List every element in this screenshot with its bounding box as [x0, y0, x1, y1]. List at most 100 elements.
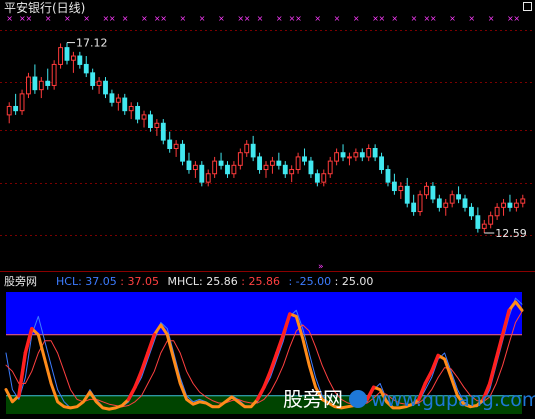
candle	[359, 148, 365, 162]
signal-marker: ×	[449, 14, 456, 23]
candle-body	[353, 152, 359, 158]
candle-body	[398, 185, 404, 192]
series-k-hot-segment	[423, 369, 434, 386]
candle-body	[186, 160, 192, 171]
candle-body	[469, 206, 474, 217]
candle	[250, 135, 256, 162]
candle	[501, 198, 506, 216]
candle-body	[218, 160, 224, 166]
candle-body	[90, 72, 96, 86]
signal-marker: ×	[391, 14, 398, 23]
candle-body	[77, 55, 83, 65]
signal-marker: ×	[257, 14, 264, 23]
candle	[391, 173, 397, 195]
candle-body	[141, 114, 147, 120]
signal-marker: ×	[45, 14, 52, 23]
candle-body	[192, 164, 198, 171]
candle-body	[225, 164, 230, 175]
watermark: 股旁网 www.gupang.com	[283, 383, 535, 412]
indicator-name: 股旁网	[4, 275, 37, 288]
candle	[353, 148, 359, 162]
candle-body	[51, 63, 57, 86]
candle	[494, 203, 500, 220]
signal-marker: ×	[379, 14, 386, 23]
candle-body	[160, 122, 166, 141]
candle-body	[180, 143, 185, 162]
candle-body	[276, 160, 282, 166]
chart-title: 平安银行(日线)	[4, 1, 86, 15]
candle	[218, 152, 224, 170]
candle-body	[430, 185, 436, 200]
candle-body	[257, 156, 263, 171]
candle-body	[334, 152, 340, 162]
mhcl-value: : 25.86	[241, 275, 280, 288]
maximize-icon[interactable]	[523, 2, 532, 11]
candle	[122, 93, 128, 115]
candle-body	[327, 160, 333, 175]
candle-body	[154, 122, 160, 128]
candle	[6, 102, 12, 124]
candle	[404, 177, 410, 208]
candle-body	[263, 164, 269, 171]
candle-body	[462, 198, 468, 208]
candle-body	[417, 194, 423, 213]
candle-body	[488, 215, 494, 225]
candle-body	[366, 148, 372, 158]
candle	[282, 161, 288, 178]
pan-arrows[interactable]: »	[318, 262, 324, 272]
hcl-value: : 37.05	[120, 275, 159, 288]
candle-body	[347, 156, 352, 159]
watermark-text: 股旁网	[283, 387, 343, 411]
candle-body	[167, 139, 173, 150]
candle	[411, 194, 417, 216]
candle-body	[340, 152, 346, 158]
candle	[327, 156, 333, 178]
candle-body	[32, 76, 38, 91]
candle	[295, 152, 301, 174]
candle-body	[436, 198, 442, 208]
candle-body	[501, 202, 506, 208]
candle-body	[449, 194, 455, 204]
candle	[257, 152, 263, 174]
hcl-label: HCL: 37.05	[56, 275, 117, 288]
candle	[225, 161, 230, 178]
candle-body	[481, 223, 487, 229]
signal-marker: ×	[244, 14, 251, 23]
candle-body	[96, 80, 102, 86]
watermark-logo-icon	[349, 390, 367, 408]
candle	[513, 198, 519, 212]
candles	[6, 42, 526, 233]
candle	[340, 144, 346, 162]
candle-body	[282, 164, 288, 175]
candle	[83, 56, 89, 78]
candle	[237, 148, 243, 170]
candle	[430, 182, 436, 204]
candle-body	[359, 152, 365, 158]
candle	[475, 207, 481, 233]
candle	[488, 211, 494, 229]
candle-body	[38, 80, 44, 91]
candle-body	[231, 164, 237, 175]
indicator-values: HCL: 37.05 : 37.05 MHCL: 25.86 : 25.86 :…	[56, 275, 373, 288]
candle-body	[199, 164, 205, 183]
signal-marker: ×	[314, 14, 321, 23]
pan-arrow-icon[interactable]: »	[318, 262, 324, 272]
signal-marker: ×	[468, 14, 475, 23]
candle	[436, 194, 442, 212]
candle	[456, 186, 462, 204]
candle	[398, 182, 404, 199]
candle-body	[404, 185, 410, 204]
candle	[141, 110, 147, 128]
signal-marker: ×	[109, 14, 116, 23]
candle	[347, 152, 352, 166]
candle-body	[411, 202, 417, 213]
candle	[212, 156, 218, 178]
candle	[154, 119, 160, 136]
watermark-url: www.gupang.com	[371, 389, 535, 411]
candle	[469, 203, 474, 220]
candle	[45, 68, 51, 90]
candle	[372, 144, 378, 162]
candle	[13, 93, 19, 115]
candle	[70, 51, 76, 73]
candle	[19, 89, 25, 115]
